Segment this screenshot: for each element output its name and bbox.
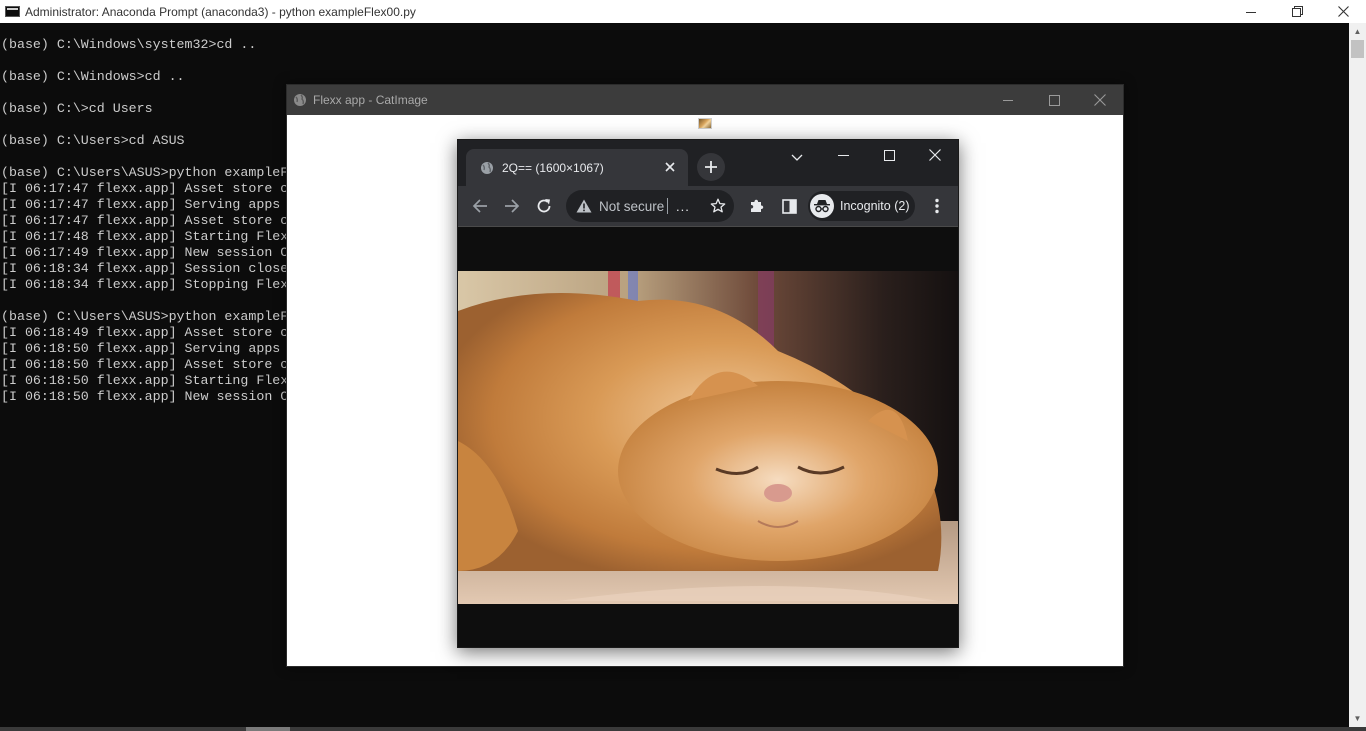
scroll-up-arrow-icon[interactable]: ▲ xyxy=(1349,23,1366,40)
close-button[interactable] xyxy=(1077,85,1123,115)
maximize-icon xyxy=(1048,94,1060,106)
maximize-button[interactable] xyxy=(1031,85,1077,115)
browser-toolbar: Not secure ... Incognito (2) xyxy=(458,186,958,226)
url-text[interactable]: ... xyxy=(676,199,690,214)
minimize-button[interactable] xyxy=(820,140,866,170)
minimize-button[interactable] xyxy=(1228,0,1274,23)
browser-window: 2Q== (1600×1067) Not secure ... Incognit… xyxy=(457,139,959,648)
reload-icon xyxy=(537,199,551,213)
plus-icon xyxy=(705,161,717,173)
cat-image-thumbnail[interactable] xyxy=(698,118,712,129)
forward-arrow-icon xyxy=(505,199,520,213)
minimize-icon xyxy=(1246,11,1256,13)
console-window-controls xyxy=(1228,0,1366,23)
side-panel-button[interactable] xyxy=(776,193,802,219)
back-arrow-icon xyxy=(472,199,487,213)
minimize-icon xyxy=(837,154,849,156)
scroll-down-arrow-icon[interactable]: ▼ xyxy=(1349,710,1366,727)
browser-tab-active[interactable]: 2Q== (1600×1067) xyxy=(466,149,688,186)
tab-close-icon[interactable] xyxy=(662,159,678,175)
flexx-window-title: Flexx app - CatImage xyxy=(313,93,428,107)
extensions-button[interactable] xyxy=(744,193,770,219)
restore-button[interactable] xyxy=(1274,0,1320,23)
puzzle-icon xyxy=(751,199,764,212)
incognito-label: Incognito (2) xyxy=(840,199,910,213)
browser-menu-button[interactable] xyxy=(924,193,950,219)
reload-button[interactable] xyxy=(531,193,557,219)
horizontal-scrollbar-thumb[interactable] xyxy=(246,727,290,731)
scrollbar-thumb[interactable] xyxy=(1351,40,1364,58)
new-tab-button[interactable] xyxy=(697,153,725,181)
console-titlebar[interactable]: Administrator: Anaconda Prompt (anaconda… xyxy=(0,0,1366,23)
chevron-down-icon xyxy=(791,154,803,161)
browser-window-controls xyxy=(820,140,958,170)
horizontal-scrollbar[interactable] xyxy=(0,727,1366,731)
close-button[interactable] xyxy=(1320,0,1366,23)
tab-title: 2Q== (1600×1067) xyxy=(502,160,604,175)
star-icon[interactable] xyxy=(710,198,726,214)
security-label: Not secure xyxy=(599,198,665,214)
incognito-button[interactable]: Incognito (2) xyxy=(808,191,915,221)
globe-icon xyxy=(480,161,494,175)
kebab-menu-icon xyxy=(935,198,939,214)
console-line: (base) C:\Windows\system32>cd .. xyxy=(1,37,257,52)
flexx-titlebar[interactable]: Flexx app - CatImage xyxy=(287,85,1123,115)
restore-icon xyxy=(1291,6,1303,17)
globe-icon xyxy=(293,93,307,107)
side-panel-icon xyxy=(781,198,797,214)
close-icon xyxy=(1094,94,1106,106)
console-scrollbar[interactable]: ▲ ▼ xyxy=(1349,23,1366,727)
browser-tabstrip[interactable]: 2Q== (1600×1067) xyxy=(458,140,958,186)
console-window-title: Administrator: Anaconda Prompt (anaconda… xyxy=(25,4,416,19)
console-app-icon xyxy=(5,6,20,17)
forward-button[interactable] xyxy=(499,193,525,219)
incognito-icon xyxy=(810,194,834,218)
close-icon xyxy=(1337,6,1349,17)
flexx-window-controls xyxy=(985,85,1123,115)
tab-search-button[interactable] xyxy=(785,146,809,170)
warning-icon[interactable] xyxy=(576,198,592,214)
address-bar[interactable]: Not secure ... xyxy=(566,190,734,222)
browser-viewport xyxy=(458,226,958,647)
minimize-button[interactable] xyxy=(985,85,1031,115)
maximize-icon xyxy=(883,149,895,161)
close-icon xyxy=(929,149,941,161)
console-line: (base) C:\Windows>cd .. xyxy=(1,69,185,84)
cat-photo[interactable] xyxy=(458,271,958,604)
omnibox-separator xyxy=(667,198,668,214)
back-button[interactable] xyxy=(467,193,493,219)
close-button[interactable] xyxy=(912,140,958,170)
minimize-icon xyxy=(1003,100,1013,101)
maximize-button[interactable] xyxy=(866,140,912,170)
